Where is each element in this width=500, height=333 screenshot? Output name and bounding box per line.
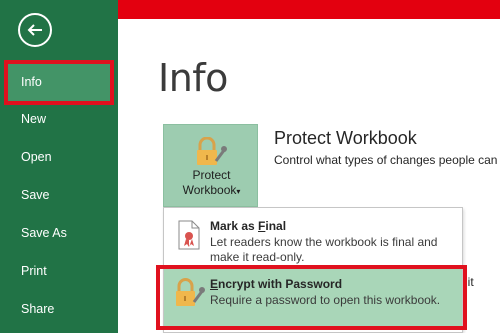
info-highlight-box	[4, 60, 114, 105]
back-button[interactable]	[18, 13, 52, 47]
sidebar-item-save-as[interactable]: Save As	[0, 215, 118, 251]
protect-section-title: Protect Workbook	[274, 128, 417, 148]
page-title: Info	[158, 56, 228, 100]
mark-as-final-title-post: inal	[265, 219, 287, 233]
protect-section-description: Control what types of changes people can	[274, 153, 498, 167]
chevron-down-icon: ▾	[236, 187, 241, 196]
lock-key-icon	[197, 137, 227, 165]
mark-as-final-description: Let readers know the workbook is final a…	[210, 235, 438, 264]
top-red-bar	[118, 0, 500, 19]
protect-label-line2: Workbook	[182, 183, 237, 197]
menu-item-mark-as-final[interactable]: Mark as Final Let readers know the workb…	[164, 208, 462, 266]
sidebar-item-share[interactable]: Share	[0, 291, 118, 327]
sidebar-item-save[interactable]: Save	[0, 177, 118, 213]
mark-as-final-title-pre: Mark as	[210, 219, 259, 233]
sidebar-item-new[interactable]: New	[0, 101, 118, 137]
sidebar-item-open[interactable]: Open	[0, 139, 118, 175]
protect-workbook-button[interactable]: Protect Workbook▾	[163, 124, 258, 207]
back-arrow-icon	[27, 24, 42, 36]
protect-workbook-label: Protect Workbook▾	[164, 168, 259, 199]
document-ribbon-icon	[178, 220, 200, 250]
encrypt-highlight-box	[156, 265, 467, 330]
mark-as-final-title: Mark as Final	[210, 219, 286, 233]
protect-label-line1: Protect	[192, 168, 231, 182]
backstage-view: Info New Open Save Save As Print Share I…	[0, 0, 500, 333]
backstage-sidebar: Info New Open Save Save As Print Share	[0, 0, 118, 333]
sidebar-item-print[interactable]: Print	[0, 253, 118, 289]
